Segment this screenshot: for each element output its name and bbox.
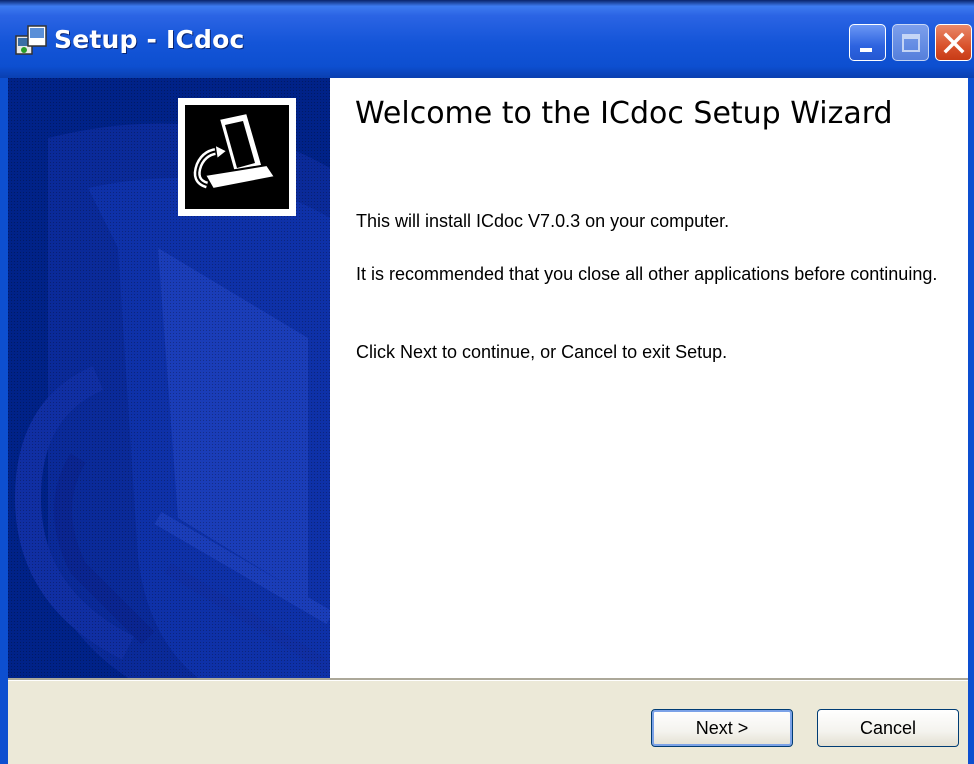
next-instruction: Click Next to continue, or Cancel to exi…: [356, 342, 728, 362]
setup-window: Setup - ICdoc Welcome to the ICdoc Setup…: [0, 0, 974, 764]
setup-installer-icon: [15, 25, 47, 55]
window-border-left: [0, 78, 8, 764]
close-apps-recommendation: It is recommended that you close all oth…: [356, 264, 938, 284]
close-icon: [943, 32, 965, 54]
window-title: Setup - ICdoc: [54, 25, 245, 54]
next-button[interactable]: Next >: [651, 709, 793, 747]
minimize-icon: [860, 48, 872, 52]
minimize-button[interactable]: [849, 24, 886, 61]
computer-install-icon: [193, 111, 277, 191]
maximize-button: [892, 24, 929, 61]
banner-logo: [178, 98, 296, 216]
cancel-button[interactable]: Cancel: [817, 709, 959, 747]
close-button[interactable]: [935, 24, 972, 61]
maximize-icon: [902, 34, 920, 52]
wizard-content-panel: [330, 78, 968, 678]
wizard-banner: [8, 78, 330, 678]
window-border-right: [968, 78, 974, 764]
install-description: This will install ICdoc V7.0.3 on your c…: [356, 211, 730, 231]
welcome-heading: Welcome to the ICdoc Setup Wizard: [355, 96, 893, 131]
title-bar[interactable]: Setup - ICdoc: [0, 0, 974, 78]
